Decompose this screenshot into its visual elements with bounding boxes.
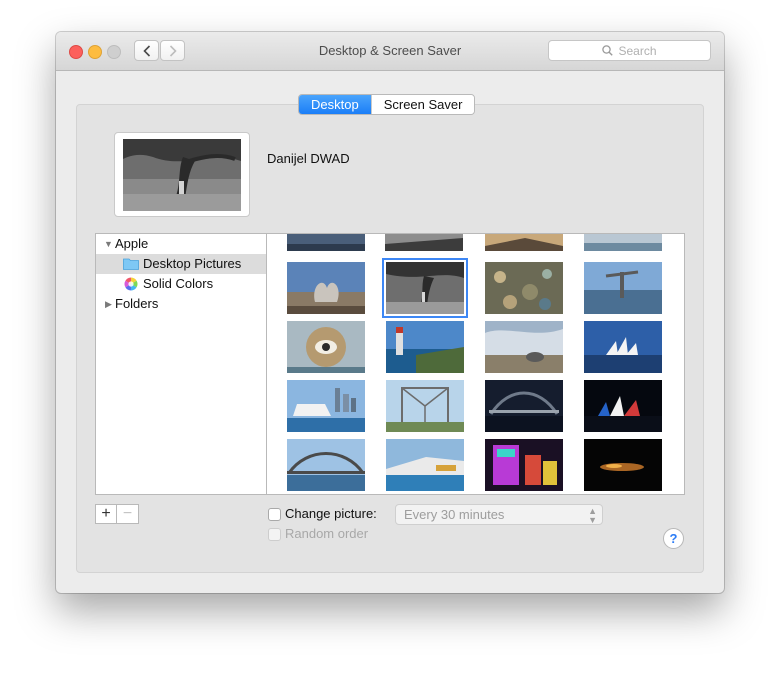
- sidebar-item-apple[interactable]: ▼ Apple: [96, 234, 266, 254]
- preferences-window: Desktop & Screen Saver Search Desktop Sc…: [56, 32, 724, 593]
- disclosure-right-icon[interactable]: ▶: [105, 294, 112, 314]
- tab-bar: Desktop Screen Saver: [298, 94, 476, 115]
- picture-thumbnail[interactable]: [485, 262, 563, 314]
- current-picture-preview: [114, 132, 250, 217]
- picture-thumbnail[interactable]: [385, 234, 463, 251]
- remove-folder-button[interactable]: −: [117, 504, 139, 524]
- add-folder-button[interactable]: +: [95, 504, 117, 524]
- picture-thumbnail[interactable]: [485, 380, 563, 432]
- disclosure-down-icon[interactable]: ▼: [104, 234, 113, 254]
- sidebar-item-label: Apple: [115, 236, 149, 251]
- change-picture-checkbox[interactable]: [268, 508, 281, 521]
- picture-thumbnail[interactable]: [386, 380, 464, 432]
- source-list: ▼ Apple Desktop Pictures Solid Colors ▶ …: [95, 233, 267, 495]
- change-interval-select[interactable]: Every 30 minutes ▲ ▼: [395, 504, 603, 525]
- color-wheel-icon: [124, 277, 138, 291]
- sidebar-item-label: Desktop Pictures: [143, 256, 242, 271]
- picture-thumbnail[interactable]: [287, 321, 365, 373]
- search-icon: [602, 45, 614, 56]
- current-picture-name: Danijel DWAD: [267, 151, 350, 166]
- search-placeholder: Search: [618, 43, 657, 58]
- random-order-checkbox[interactable]: [268, 528, 281, 541]
- picture-thumbnail[interactable]: [287, 234, 365, 251]
- title-bar: Desktop & Screen Saver Search: [56, 32, 724, 495]
- tab-screen-saver[interactable]: Screen Saver: [370, 95, 475, 114]
- picture-thumbnail[interactable]: [287, 439, 365, 491]
- picture-thumbnail[interactable]: [584, 321, 662, 373]
- picture-thumbnail[interactable]: [485, 439, 563, 491]
- picture-thumbnail[interactable]: [386, 439, 464, 491]
- picture-thumbnail[interactable]: [287, 380, 365, 432]
- folder-icon: [123, 258, 139, 270]
- picture-grid: [267, 233, 685, 495]
- change-picture-label: Change picture:: [285, 506, 377, 521]
- picture-thumbnail[interactable]: [485, 234, 563, 251]
- search-field[interactable]: Search: [548, 40, 711, 61]
- picture-thumbnail[interactable]: [386, 321, 464, 373]
- sidebar-item-label: Folders: [115, 296, 159, 311]
- sidebar-item-solid-colors[interactable]: Solid Colors: [96, 274, 266, 294]
- picture-thumbnail[interactable]: [584, 380, 662, 432]
- picture-thumbnail[interactable]: [584, 262, 662, 314]
- help-button[interactable]: ?: [663, 528, 684, 549]
- current-picture-image: [123, 139, 241, 211]
- picture-thumbnail[interactable]: [584, 234, 662, 251]
- picture-thumbnail-selected[interactable]: [382, 258, 468, 318]
- sidebar-item-label: Solid Colors: [143, 276, 214, 291]
- stepper-arrows-icon: ▲ ▼: [588, 506, 597, 525]
- sidebar-item-desktop-pictures[interactable]: Desktop Pictures: [96, 254, 266, 274]
- picture-thumbnail[interactable]: [287, 262, 365, 314]
- interval-value: Every 30 minutes: [404, 507, 505, 522]
- tab-desktop[interactable]: Desktop: [299, 95, 371, 114]
- sidebar-item-folders[interactable]: ▶ Folders: [96, 294, 266, 314]
- picture-thumbnail[interactable]: [584, 439, 662, 491]
- random-order-label: Random order: [285, 526, 369, 541]
- picture-thumbnail[interactable]: [485, 321, 563, 373]
